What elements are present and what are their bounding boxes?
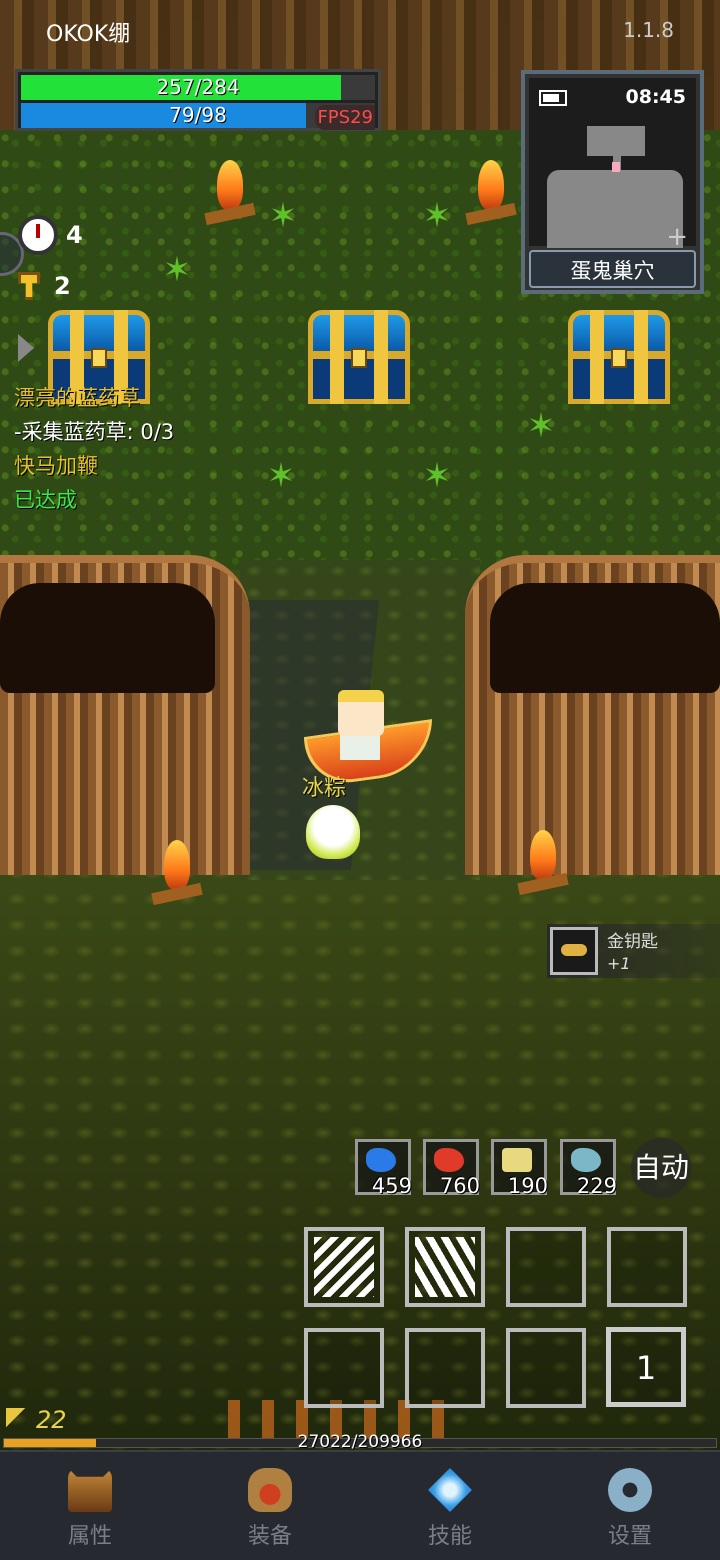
skill-slot-empty[interactable] <box>304 1328 384 1408</box>
timer-value: 4 <box>66 221 83 249</box>
player-marker <box>612 162 620 172</box>
key-counter: 2 <box>18 272 71 300</box>
skill-slot-empty[interactable] <box>405 1328 485 1408</box>
alarm-clock-icon <box>18 215 58 255</box>
location-name: 蛋鬼巢穴 <box>529 250 696 288</box>
quest-tracker[interactable]: 漂亮的蓝药草 -采集蓝药草: 0/3 快马加鞭 已达成 <box>14 381 174 517</box>
quick-slot-red-potion[interactable]: 760 <box>423 1139 480 1198</box>
skill-page-button[interactable]: 1 <box>606 1327 686 1407</box>
campfire <box>151 840 203 920</box>
skill-page-number: 1 <box>635 1349 657 1387</box>
nav-label: 装备 <box>247 1524 292 1549</box>
bag-icon <box>248 1468 292 1512</box>
fern-plant: ✶ <box>422 196 452 236</box>
quick-slot-count: 459 <box>371 1174 412 1198</box>
minimap[interactable]: 08:45 + 蛋鬼巢穴 <box>521 70 704 294</box>
bottom-nav: 属性 装备 技能 设置 <box>0 1450 720 1560</box>
claw-skill-icon <box>415 1237 475 1297</box>
minimap-room <box>587 126 645 156</box>
quest-status: 已达成 <box>14 488 77 512</box>
gear-icon <box>608 1468 652 1512</box>
gem-icon <box>428 1468 472 1512</box>
quest-bonus: 快马加鞭 <box>14 454 98 478</box>
exp-text: 27022/209966 <box>297 1432 423 1452</box>
nav-label: 设置 <box>607 1524 652 1549</box>
zoom-plus-icon[interactable]: + <box>666 224 688 250</box>
campfire <box>517 830 569 910</box>
battery-icon <box>539 90 567 106</box>
expand-arrow-icon[interactable] <box>18 334 34 362</box>
skill-slot-empty[interactable] <box>506 1227 586 1307</box>
pet-creature <box>306 805 360 859</box>
campfire <box>204 160 256 240</box>
fish-icon <box>571 1148 601 1172</box>
vitals-panel: 257/284 79/98 FPS29 <box>15 69 381 131</box>
fern-plant: ✶ <box>526 406 556 446</box>
quick-slot-blue-potion[interactable]: 459 <box>355 1139 412 1198</box>
bottles-icon <box>502 1148 532 1172</box>
quick-slot-count: 760 <box>439 1174 480 1198</box>
key-icon <box>18 272 40 300</box>
treasure-chest[interactable] <box>308 310 410 406</box>
loot-item-name: 金钥匙 <box>607 932 658 952</box>
fern-plant: ✶ <box>266 456 296 496</box>
treasure-chest[interactable] <box>568 310 670 406</box>
skill-slot-slash[interactable] <box>304 1227 384 1307</box>
quick-slot-bottles[interactable]: 190 <box>491 1139 548 1198</box>
gold-key-icon <box>550 927 598 975</box>
right-cliff <box>465 555 720 875</box>
slash-skill-icon <box>314 1237 374 1297</box>
fern-plant: ✶ <box>268 196 298 236</box>
skill-slot-empty[interactable] <box>607 1227 687 1307</box>
skill-slot-empty[interactable] <box>506 1328 586 1408</box>
fps-counter: FPS29 <box>315 105 375 130</box>
minimap-room <box>547 170 683 248</box>
loot-notification: 金钥匙 +1 <box>547 924 720 978</box>
red-fish-icon <box>434 1148 464 1172</box>
hp-bar: 257/284 <box>21 75 375 100</box>
helmet-icon <box>68 1468 112 1512</box>
timer-counter: 4 <box>18 215 83 255</box>
nav-attributes[interactable]: 属性 <box>0 1452 180 1560</box>
quick-slot-count: 229 <box>576 1174 617 1198</box>
pet-name: 冰粽 <box>302 776 347 801</box>
nav-label: 属性 <box>67 1524 112 1549</box>
minimap-screen[interactable]: 08:45 + <box>529 78 696 250</box>
level-icon <box>6 1408 30 1432</box>
auto-button[interactable]: 自动 <box>631 1138 691 1198</box>
level-value: 22 <box>36 1406 67 1434</box>
key-value: 2 <box>54 272 71 300</box>
player-name: OKOK绷 <box>46 22 131 47</box>
quest-title: 漂亮的蓝药草 <box>14 386 140 410</box>
quick-slot-count: 190 <box>507 1174 548 1198</box>
nav-equipment[interactable]: 装备 <box>180 1452 360 1560</box>
loot-item-count: +1 <box>607 954 631 973</box>
fern-plant: ✶ <box>422 456 452 496</box>
blue-fish-icon <box>366 1148 396 1172</box>
nav-skills[interactable]: 技能 <box>360 1452 540 1560</box>
skill-slot-claw[interactable] <box>405 1227 485 1307</box>
nav-settings[interactable]: 设置 <box>540 1452 720 1560</box>
hp-text: 257/284 <box>156 75 240 99</box>
version-label: 1.1.8 <box>623 18 674 42</box>
fern-plant: ✶ <box>162 250 192 290</box>
quick-slot-fish[interactable]: 229 <box>560 1139 617 1198</box>
quest-objective: -采集蓝药草: 0/3 <box>14 420 175 444</box>
campfire <box>465 160 517 240</box>
clock-time: 08:45 <box>625 86 686 108</box>
nav-label: 技能 <box>427 1524 472 1549</box>
left-cliff <box>0 555 250 875</box>
player-level: 22 <box>6 1406 67 1434</box>
